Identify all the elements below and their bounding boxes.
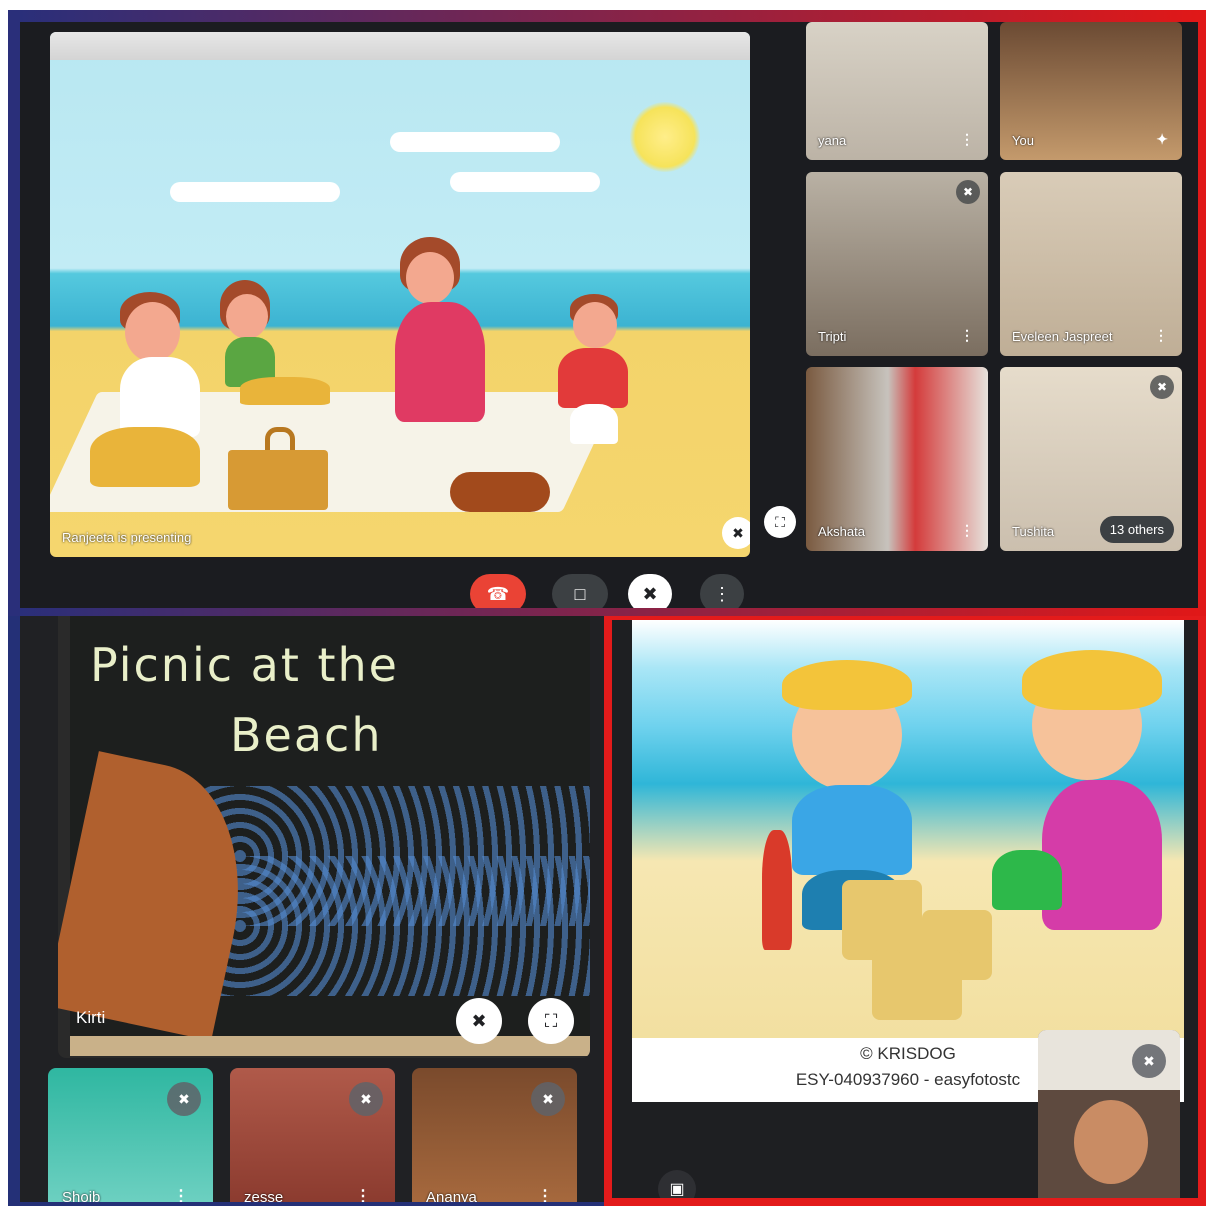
chalk-ledge (70, 1036, 590, 1056)
participant-name: Ananya (426, 1189, 477, 1206)
more-options-button[interactable]: ⋮ (700, 574, 744, 608)
mic-off-icon: ✖ (1132, 1044, 1166, 1078)
father-legs (90, 427, 200, 487)
father-head (125, 302, 180, 362)
boy-head (573, 302, 617, 348)
presenting-label: Ranjeeta is presenting (62, 530, 192, 545)
more-vert-icon[interactable]: ⋮ (960, 131, 974, 148)
participant-name: Tushita (1012, 524, 1055, 539)
self-view-face (1074, 1100, 1148, 1184)
camera-button[interactable]: □ (552, 574, 608, 608)
mic-off-icon: ✖ (167, 1082, 201, 1116)
mic-off-icon: ✖ (956, 180, 980, 204)
cloud-illustration (450, 172, 600, 192)
meet-window-bottom-left: Picnic at the Beach Kirti ✖ ⛶ ✖ Shoib ⋮ … (8, 616, 608, 1206)
participant-tile[interactable]: yana ⋮ (806, 22, 988, 160)
pin-off-icon[interactable]: ✖ (722, 517, 750, 549)
girl-legs (240, 377, 330, 405)
boy-figure (558, 348, 628, 408)
girl-head (226, 294, 268, 339)
participant-name: Eveleen Jaspreet (1012, 329, 1113, 344)
green-bucket (992, 850, 1062, 910)
sandcastle (872, 950, 962, 1020)
presentation-screen[interactable]: Picnic at the Beach Kirti ✖ ⛶ (58, 616, 590, 1058)
boy-shirt (792, 785, 912, 875)
more-vert-icon: ⋮ (713, 583, 731, 604)
meet-window-bottom-right: © KRISDOG ESY-040937960 - easyfotostc ✖ … (604, 616, 1206, 1206)
others-chip[interactable]: 13 others (1099, 516, 1174, 543)
participant-name: Tripti (818, 329, 847, 344)
mic-off-icon: ✖ (349, 1082, 383, 1116)
participant-name: yana (818, 133, 847, 148)
board-title-line1: Picnic at the (90, 638, 399, 692)
end-call-icon: ☎ (486, 583, 510, 604)
participant-tile[interactable]: ✖ Ananya ⋮ (412, 1068, 577, 1206)
cloud-illustration (390, 132, 560, 152)
participant-tile[interactable]: Eveleen Jaspreet ⋮ (1000, 172, 1182, 356)
sandcastle (842, 880, 922, 960)
more-vert-icon[interactable]: ⋮ (960, 522, 974, 539)
screen-share-icon[interactable]: ▣ (658, 1170, 696, 1198)
cloud-illustration (170, 182, 340, 202)
end-call-button[interactable]: ☎ (470, 574, 526, 608)
meet-window-top: Ranjeeta is presenting ✖ ⛶ yana ⋮ You ✦ … (8, 10, 1206, 616)
call-controls: ☎ □ ✖ ⋮ (20, 574, 1198, 608)
more-vert-icon[interactable]: ⋮ (537, 1186, 553, 1202)
picnic-basket (228, 450, 328, 510)
sun-illustration (630, 102, 700, 172)
meet-screenshot-collage: Ranjeeta is presenting ✖ ⛶ yana ⋮ You ✦ … (0, 0, 1206, 1206)
father-figure (120, 357, 200, 437)
mother-head (406, 252, 454, 304)
sparkle-effects-icon[interactable]: ✦ (1156, 131, 1168, 148)
presentation-screen[interactable]: Ranjeeta is presenting ✖ (50, 32, 750, 557)
girl-cartoon (1012, 640, 1182, 970)
more-vert-icon[interactable]: ⋮ (355, 1186, 371, 1202)
more-vert-icon[interactable]: ⋮ (1154, 327, 1168, 344)
more-vert-icon[interactable]: ⋮ (173, 1186, 189, 1202)
participant-tile[interactable]: ✖ zesse ⋮ (230, 1068, 395, 1206)
mic-off-icon: ✖ (1150, 375, 1174, 399)
mic-button[interactable]: ✖ (628, 574, 672, 608)
participant-tile[interactable]: Akshata ⋮ (806, 367, 988, 551)
participant-name: You (1012, 133, 1034, 148)
chalkboard: Picnic at the Beach (58, 616, 590, 1041)
participant-tile[interactable]: ✖ Tushita 13 others (1000, 367, 1182, 551)
fullscreen-icon[interactable]: ⛶ (764, 506, 796, 538)
hair (1022, 650, 1162, 710)
self-view-tile[interactable]: ✖ (1038, 1030, 1180, 1198)
participant-name: Akshata (818, 524, 865, 539)
fullscreen-icon[interactable]: ⛶ (528, 998, 574, 1044)
red-shovel (762, 830, 792, 950)
participant-tile[interactable]: ✖ Shoib ⋮ (48, 1068, 213, 1206)
participant-tile[interactable]: ✖ Tripti ⋮ (806, 172, 988, 356)
mother-figure (395, 302, 485, 422)
more-vert-icon[interactable]: ⋮ (960, 327, 974, 344)
presenter-toolbar (50, 32, 750, 60)
participant-name: Shoib (62, 1189, 101, 1206)
speaker-name: Kirti (76, 1008, 106, 1027)
board-title-line2: Beach (230, 708, 383, 762)
hair (782, 660, 912, 710)
participant-tile-self[interactable]: You ✦ (1000, 22, 1182, 160)
dog-illustration (450, 472, 550, 512)
mic-off-icon: ✖ (531, 1082, 565, 1116)
mic-off-icon: ✖ (642, 583, 658, 604)
participant-name: zesse (244, 1189, 284, 1206)
boy-shorts (570, 404, 618, 444)
pin-off-icon[interactable]: ✖ (456, 998, 502, 1044)
camera-icon: □ (574, 583, 586, 604)
